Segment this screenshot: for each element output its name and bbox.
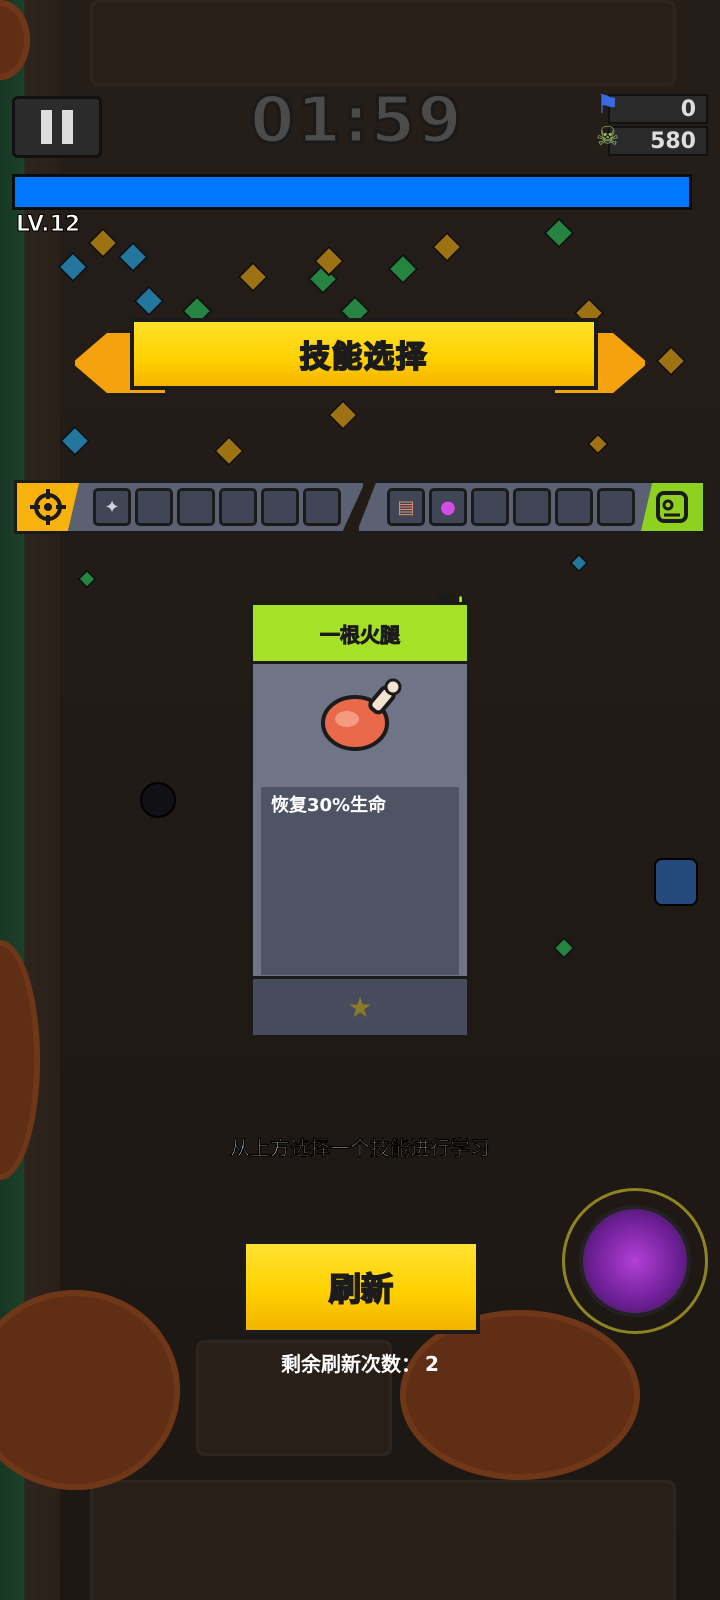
pause-button[interactable] xyxy=(12,96,102,158)
orb-icon: ● xyxy=(440,496,456,518)
skill-card[interactable]: 一根火腿 恢复30%生命 ★ xyxy=(250,602,470,1038)
skill-description-panel: 恢复30%生命 xyxy=(261,787,459,975)
skill-name: 一根火腿 xyxy=(320,622,401,647)
skill-description: 恢复30%生命 xyxy=(271,795,387,816)
instruction-text: 从上方选择一个技能进行学习 xyxy=(230,1136,491,1161)
kill-counter: ⚑ 0 xyxy=(596,90,708,124)
active-slot-empty xyxy=(177,488,215,526)
ham-icon xyxy=(319,677,403,757)
active-slot-empty xyxy=(135,488,173,526)
remaining-count: 2 xyxy=(425,1352,439,1376)
ultimate-skill-button[interactable] xyxy=(562,1188,708,1334)
passive-skill-bar: ▤ ● xyxy=(356,480,706,534)
passive-slot-empty xyxy=(555,488,593,526)
gear-box-icon xyxy=(641,483,703,531)
star-icon: ★ xyxy=(347,990,373,1024)
coin-counter: ☠ 580 xyxy=(596,122,708,156)
passive-slot-empty xyxy=(471,488,509,526)
active-slot-1[interactable]: ✦ xyxy=(93,488,131,526)
banner-title: 技能选择 xyxy=(299,339,428,376)
flag-icon: ⚑ xyxy=(596,90,620,120)
xp-bar xyxy=(12,174,692,210)
remaining-refreshes: 剩余刷新次数： 2 xyxy=(281,1352,439,1376)
skill-select-banner: 技能选择 xyxy=(72,318,648,400)
passive-slot-empty xyxy=(597,488,635,526)
refresh-label: 刷新 xyxy=(328,1269,394,1309)
passive-slot-empty xyxy=(513,488,551,526)
level-label: LV.12 xyxy=(15,212,81,238)
passive-slot-2[interactable]: ● xyxy=(429,488,467,526)
skull-icon: ☠ xyxy=(596,122,620,152)
pause-icon xyxy=(41,110,52,144)
active-skill-bar: ✦ xyxy=(14,480,366,534)
active-slot-empty xyxy=(261,488,299,526)
kill-count: 0 xyxy=(680,96,696,122)
passive-slot-1[interactable]: ▤ xyxy=(387,488,425,526)
shuriken-icon: ✦ xyxy=(104,496,120,518)
coin-count: 580 xyxy=(650,128,696,154)
vortex-icon xyxy=(579,1205,691,1317)
scroll-icon: ▤ xyxy=(397,496,415,518)
refresh-button[interactable]: 刷新 xyxy=(242,1240,480,1334)
timer: 01:59 xyxy=(249,83,464,160)
active-slot-empty xyxy=(219,488,257,526)
crosshair-icon xyxy=(17,483,79,531)
active-slot-empty xyxy=(303,488,341,526)
